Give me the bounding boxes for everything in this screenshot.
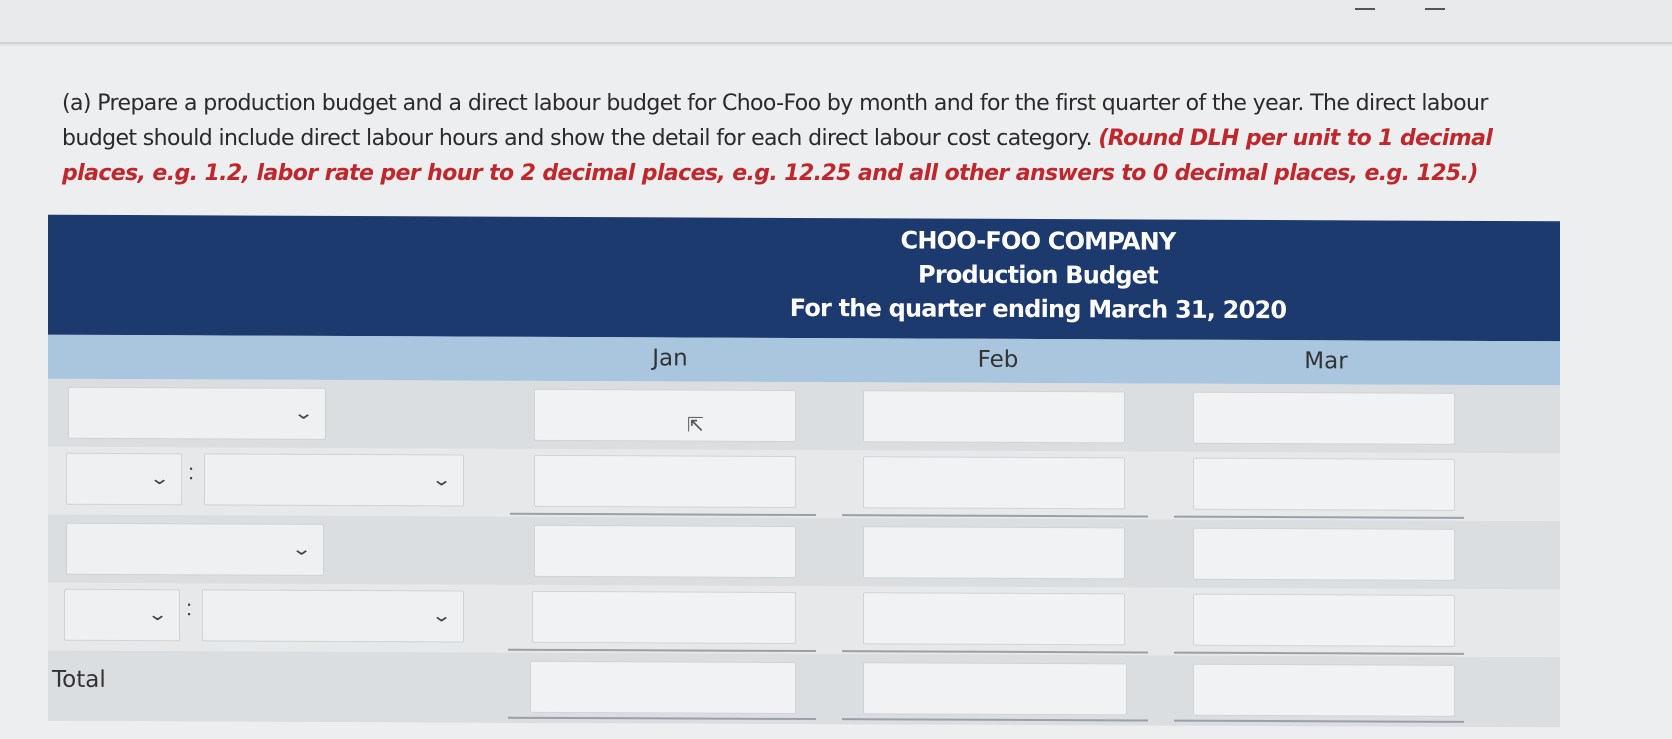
- budget-row: ⌄ ⇱: [48, 378, 1560, 454]
- budget-title: Production Budget: [918, 260, 1158, 290]
- mar-input[interactable]: [1193, 391, 1455, 445]
- company-name: CHOO-FOO COMPANY: [900, 226, 1176, 256]
- row-label-dropdown[interactable]: ⌄: [68, 386, 326, 440]
- budget-row: ⌄: [48, 514, 1560, 590]
- column-mar: Mar: [1304, 348, 1348, 375]
- chevron-down-icon: ⌄: [146, 604, 169, 625]
- mar-total-input[interactable]: [1193, 663, 1455, 717]
- jan-input[interactable]: [534, 524, 796, 578]
- chevron-down-icon: ⌄: [430, 605, 453, 626]
- operator-dropdown[interactable]: ⌄: [66, 452, 182, 506]
- mar-input[interactable]: [1193, 527, 1455, 581]
- total-row: Total: [48, 650, 1560, 728]
- column-jan: Jan: [652, 345, 688, 372]
- subtotal-line: [1174, 651, 1464, 655]
- toolbar-mark-icon: [1355, 0, 1375, 10]
- feb-input[interactable]: [863, 592, 1125, 646]
- total-double-line: [508, 716, 816, 721]
- chevron-down-icon: ⌄: [430, 469, 453, 490]
- toolbar-mark-icon: [1425, 0, 1445, 10]
- row-label-dropdown[interactable]: ⌄: [204, 453, 464, 507]
- total-double-line: [1174, 719, 1464, 723]
- feb-input[interactable]: [863, 456, 1125, 510]
- mouse-cursor-icon: ⇱: [687, 414, 704, 437]
- production-budget-table: CHOO-FOO COMPANY Production Budget For t…: [48, 214, 1560, 728]
- feb-input[interactable]: [863, 526, 1125, 580]
- column-feb: Feb: [977, 346, 1019, 373]
- row-label-dropdown[interactable]: ⌄: [66, 522, 324, 576]
- browser-top-strip: [0, 0, 1672, 44]
- jan-input[interactable]: [534, 454, 796, 508]
- chevron-down-icon: ⌄: [290, 538, 313, 559]
- colon-separator: :: [186, 595, 193, 621]
- budget-period: For the quarter ending March 31, 2020: [789, 293, 1287, 325]
- chevron-down-icon: ⌄: [148, 468, 171, 489]
- subtotal-line: [510, 512, 816, 517]
- feb-total-input[interactable]: [863, 662, 1127, 716]
- operator-dropdown[interactable]: ⌄: [64, 588, 180, 642]
- row-label-dropdown[interactable]: ⌄: [202, 589, 464, 643]
- feb-input[interactable]: [863, 390, 1125, 444]
- subtotal-line: [1174, 515, 1464, 519]
- question-text: (a) Prepare a production budget and a di…: [62, 86, 1532, 191]
- total-label: Total: [52, 666, 106, 693]
- subtotal-line: [842, 514, 1148, 518]
- question-label: (a): [62, 91, 91, 116]
- total-double-line: [842, 718, 1148, 722]
- budget-header: CHOO-FOO COMPANY Production Budget For t…: [48, 214, 1560, 342]
- jan-total-input[interactable]: [530, 660, 796, 714]
- budget-row: ⌄ : ⌄: [48, 582, 1560, 658]
- subtotal-line: [508, 648, 816, 653]
- mar-input[interactable]: [1193, 457, 1455, 511]
- jan-input[interactable]: [532, 590, 796, 644]
- budget-row: ⌄ : ⌄: [48, 446, 1560, 522]
- subtotal-line: [842, 650, 1148, 654]
- jan-input[interactable]: ⇱: [534, 388, 796, 442]
- column-header-bar: Jan Feb Mar: [48, 334, 1560, 386]
- colon-separator: :: [188, 459, 195, 485]
- chevron-down-icon: ⌄: [292, 402, 315, 423]
- mar-input[interactable]: [1193, 593, 1455, 647]
